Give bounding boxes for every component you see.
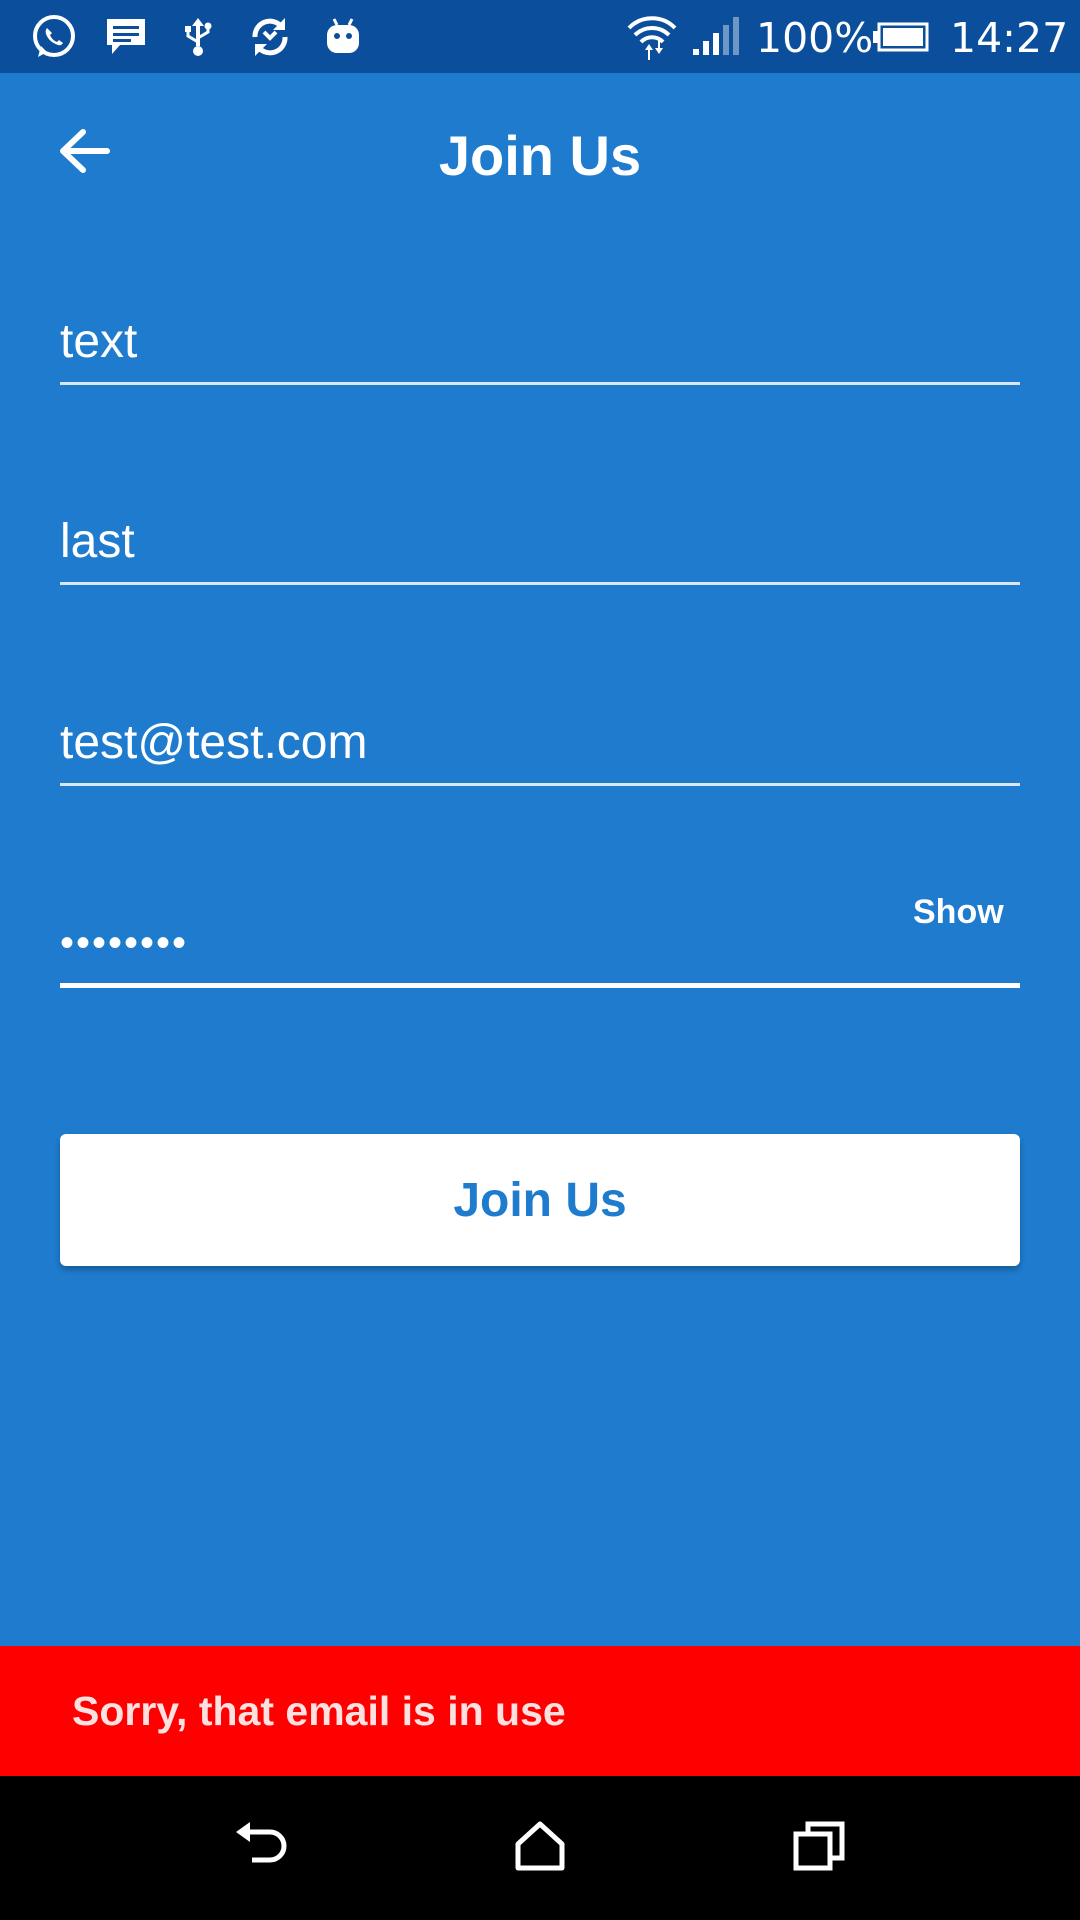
password-underline <box>60 983 1020 988</box>
email-underline <box>60 783 1020 786</box>
wifi-icon <box>624 0 680 73</box>
first-name-field[interactable]: text <box>60 310 1020 385</box>
message-icon <box>102 0 150 73</box>
email-field[interactable]: test@test.com <box>60 711 1020 786</box>
show-password-toggle[interactable]: Show <box>913 893 1004 932</box>
battery-icon <box>870 0 930 73</box>
snackbar-message: Sorry, that email is in use <box>72 1688 566 1734</box>
usb-icon <box>176 0 220 73</box>
error-snackbar: Sorry, that email is in use <box>0 1646 1080 1776</box>
recents-icon <box>792 1818 848 1879</box>
last-name-field[interactable]: last <box>60 510 1020 585</box>
password-field[interactable]: •••••••• <box>60 906 1020 988</box>
join-us-button[interactable]: Join Us <box>60 1134 1020 1266</box>
first-name-value[interactable]: text <box>60 314 1020 369</box>
nav-recents-button[interactable] <box>780 1808 860 1888</box>
join-us-screen: 100% 14:27 Join Us text last test@test.c… <box>0 0 1080 1920</box>
page-title: Join Us <box>438 124 642 187</box>
back-icon <box>232 1818 292 1879</box>
signal-icon <box>690 0 740 73</box>
app-bar: Join Us <box>0 73 1080 238</box>
clock: 14:27 <box>950 14 1069 62</box>
status-bar: 100% 14:27 <box>0 0 1080 73</box>
nav-home-button[interactable] <box>500 1808 580 1888</box>
first-name-underline <box>60 382 1020 385</box>
battery-percent: 100% <box>756 14 874 62</box>
home-icon <box>512 1818 568 1879</box>
whatsapp-icon <box>28 0 80 73</box>
last-name-underline <box>60 582 1020 585</box>
navigation-bar <box>0 1776 1080 1920</box>
nav-back-button[interactable] <box>222 1808 302 1888</box>
android-icon <box>322 0 364 73</box>
password-value[interactable]: •••••••• <box>60 921 1020 966</box>
sync-icon <box>246 0 294 73</box>
last-name-value[interactable]: last <box>60 514 1020 569</box>
email-value[interactable]: test@test.com <box>60 715 1020 770</box>
